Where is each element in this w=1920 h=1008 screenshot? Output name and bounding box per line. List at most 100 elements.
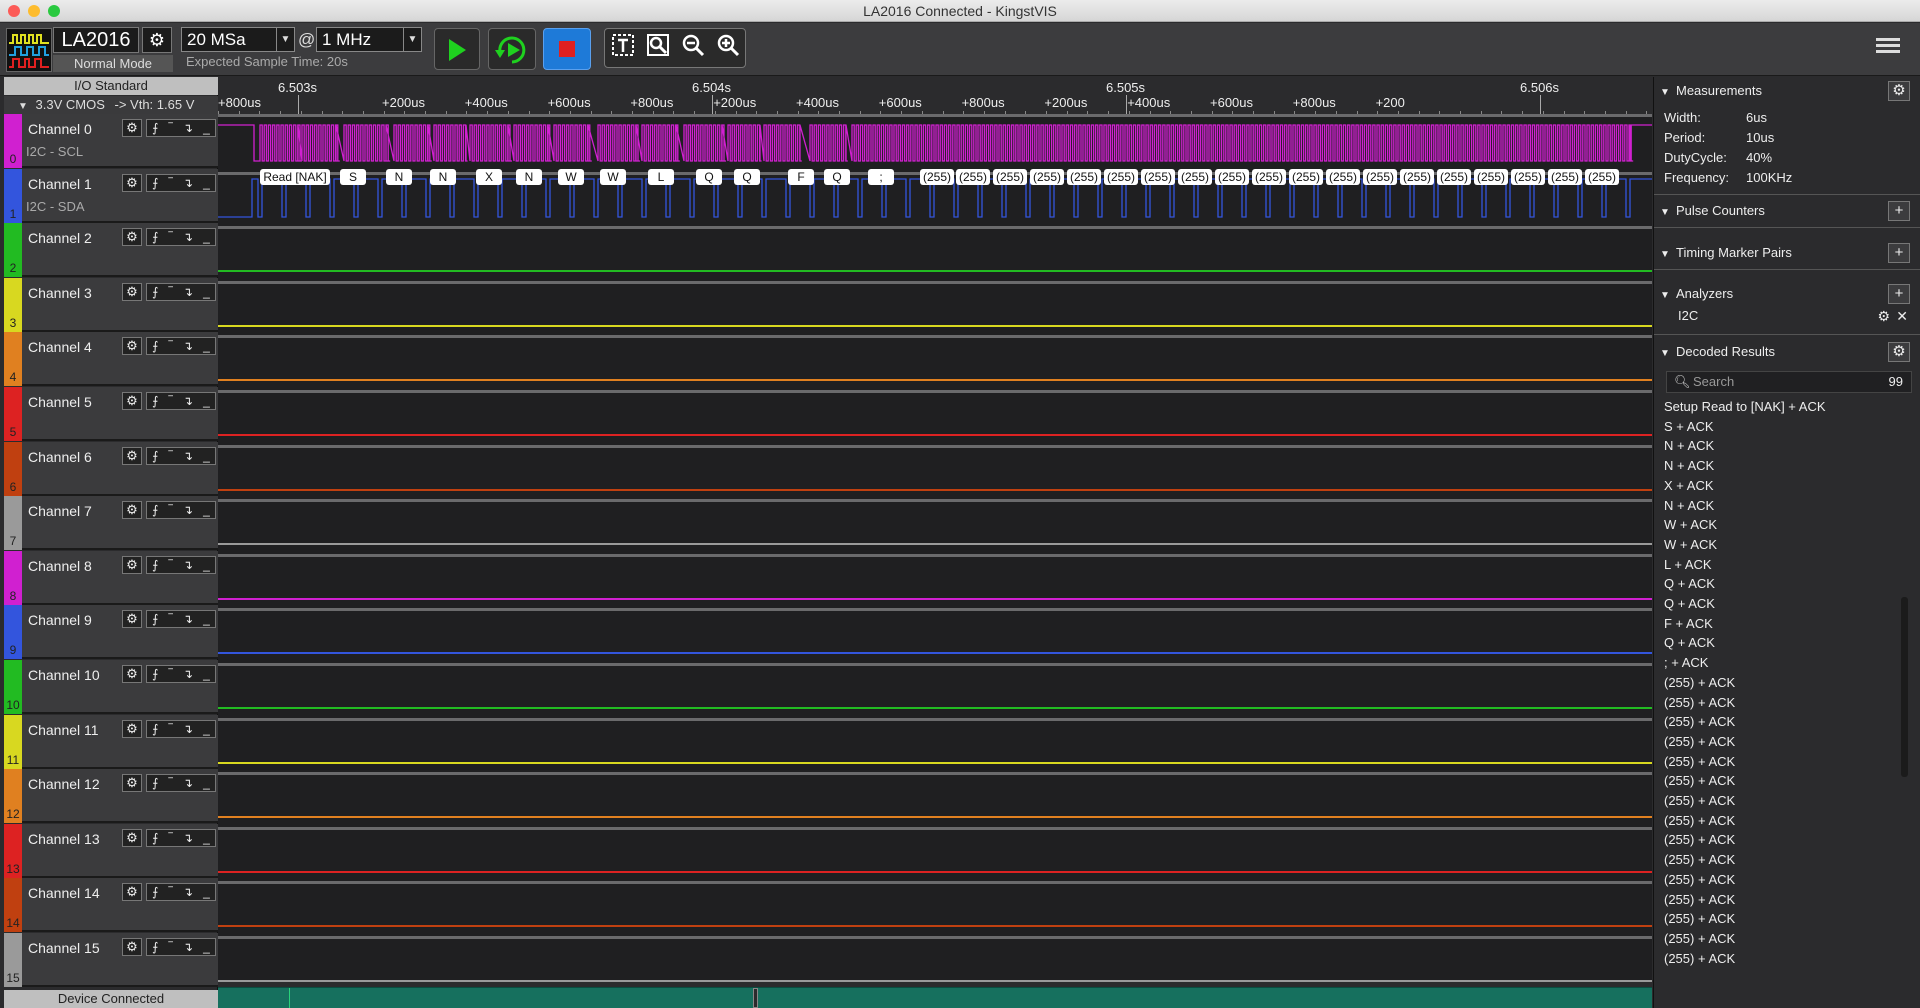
decoded-result-item[interactable]: (255) + ACK (1664, 811, 1904, 831)
trigger-selector[interactable]: ⨍ ‾ ↴ _ (146, 719, 216, 738)
high-level-trigger-icon[interactable]: ‾ (169, 722, 173, 736)
channel-row-11[interactable]: 11 Channel 11 ⚙ ⨍ ‾ ↴ _ (4, 714, 218, 769)
high-level-trigger-icon[interactable]: ‾ (169, 612, 173, 626)
trigger-selector[interactable]: ⨍ ‾ ↴ _ (146, 938, 216, 956)
channel-row-9[interactable]: 9 Channel 9 ⚙ ⨍ ‾ ↴ _ (4, 605, 218, 660)
decoded-result-item[interactable]: (255) + ACK (1664, 712, 1904, 732)
decoded-result-item[interactable]: (255) + ACK (1664, 949, 1904, 969)
decoded-result-item[interactable]: (255) + ACK (1664, 693, 1904, 713)
analyzer-item[interactable]: I2C ⚙ ✕ (1678, 305, 1914, 327)
decoded-result-item[interactable]: Q + ACK (1664, 594, 1904, 614)
measurements-settings-gear-icon[interactable]: ⚙ (1888, 81, 1910, 101)
rising-edge-trigger-icon[interactable]: ⨍ (152, 121, 158, 135)
decode-label[interactable]: (255) (1585, 169, 1619, 185)
channel-settings-gear-icon[interactable]: ⚙ (122, 719, 142, 738)
zoom-fit-icon[interactable] (646, 33, 670, 63)
decoded-result-item[interactable]: (255) + ACK (1664, 870, 1904, 890)
channel-name[interactable]: Channel 15 (28, 940, 100, 956)
sample-rate-select[interactable]: 1 MHz ▼ (316, 27, 422, 52)
low-level-trigger-icon[interactable]: _ (203, 885, 210, 899)
analyzers-header[interactable]: ▼ Analyzers + (1660, 283, 1914, 305)
channel-row-3[interactable]: 3 Channel 3 ⚙ ⨍ ‾ ↴ _ (4, 277, 218, 332)
decode-label[interactable]: (255) (1252, 169, 1286, 185)
search-input[interactable]: 🔍︎ Search 99 (1666, 371, 1912, 393)
decoded-result-item[interactable]: N + ACK (1664, 496, 1904, 516)
high-level-trigger-icon[interactable]: ‾ (169, 449, 173, 463)
high-level-trigger-icon[interactable]: ‾ (169, 885, 173, 899)
decoded-result-item[interactable]: N + ACK (1664, 436, 1904, 456)
high-level-trigger-icon[interactable]: ‾ (169, 339, 173, 353)
zoom-out-icon[interactable] (681, 33, 705, 63)
channel-name[interactable]: Channel 2 (28, 230, 92, 246)
channel-row-12[interactable]: 12 Channel 12 ⚙ ⨍ ‾ ↴ _ (4, 769, 218, 824)
decode-label[interactable]: Q (734, 169, 760, 185)
channel-name[interactable]: Channel 10 (28, 667, 100, 683)
overview-handle[interactable] (753, 988, 758, 1008)
low-level-trigger-icon[interactable]: _ (203, 831, 210, 845)
decode-label[interactable]: (255) (1548, 169, 1582, 185)
decoded-result-item[interactable]: (255) + ACK (1664, 673, 1904, 693)
decoded-result-item[interactable]: (255) + ACK (1664, 890, 1904, 910)
falling-edge-trigger-icon[interactable]: ↴ (183, 449, 193, 463)
falling-edge-trigger-icon[interactable]: ↴ (183, 339, 193, 353)
decode-label[interactable]: (255) (993, 169, 1027, 185)
rising-edge-trigger-icon[interactable]: ⨍ (152, 230, 158, 244)
decoded-result-item[interactable]: W + ACK (1664, 515, 1904, 535)
decoded-result-item[interactable]: X + ACK (1664, 476, 1904, 496)
trigger-selector[interactable]: ⨍ ‾ ↴ _ (146, 883, 216, 902)
falling-edge-trigger-icon[interactable]: ↴ (183, 394, 193, 408)
rising-edge-trigger-icon[interactable]: ⨍ (152, 885, 158, 899)
decode-label[interactable]: (255) (1030, 169, 1064, 185)
trigger-selector[interactable]: ⨍ ‾ ↴ _ (146, 119, 216, 137)
trigger-selector[interactable]: ⨍ ‾ ↴ _ (146, 392, 216, 410)
decode-label[interactable]: (255) (1400, 169, 1434, 185)
decoded-result-item[interactable]: (255) + ACK (1664, 929, 1904, 949)
falling-edge-trigger-icon[interactable]: ↴ (183, 667, 193, 681)
loop-start-button[interactable] (488, 28, 536, 70)
device-logo-icon[interactable] (6, 28, 52, 72)
trigger-selector[interactable]: ⨍ ‾ ↴ _ (146, 665, 216, 683)
decode-label[interactable]: (255) (1511, 169, 1545, 185)
decode-label[interactable]: Read [NAK] (260, 169, 330, 185)
channel-settings-gear-icon[interactable]: ⚙ (122, 173, 142, 192)
decode-label[interactable]: N (430, 169, 456, 185)
low-level-trigger-icon[interactable]: _ (203, 722, 210, 736)
channel-name[interactable]: Channel 11 (28, 722, 99, 738)
decode-label[interactable]: (255) (1178, 169, 1212, 185)
trigger-selector[interactable]: ⨍ ‾ ↴ _ (146, 555, 216, 574)
falling-edge-trigger-icon[interactable]: ↴ (183, 176, 193, 190)
decode-label[interactable]: Q (696, 169, 722, 185)
channel-settings-gear-icon[interactable]: ⚙ (122, 774, 142, 793)
decoded-result-item[interactable]: Q + ACK (1664, 574, 1904, 594)
falling-edge-trigger-icon[interactable]: ↴ (183, 612, 193, 626)
channel-settings-gear-icon[interactable]: ⚙ (122, 282, 142, 301)
low-level-trigger-icon[interactable]: _ (203, 230, 210, 244)
timing-marker-pairs-header[interactable]: ▼ Timing Marker Pairs + (1660, 242, 1914, 264)
device-mode[interactable]: Normal Mode (53, 55, 173, 72)
decoded-result-item[interactable]: Q + ACK (1664, 633, 1904, 653)
trigger-selector[interactable]: ⨍ ‾ ↴ _ (146, 282, 216, 301)
decode-label[interactable]: (255) (920, 169, 954, 185)
low-level-trigger-icon[interactable]: _ (203, 503, 210, 517)
decode-label[interactable]: (255) (1326, 169, 1360, 185)
menu-icon[interactable] (1876, 35, 1900, 59)
channel-name[interactable]: Channel 8 (28, 558, 92, 574)
trigger-selector[interactable]: ⨍ ‾ ↴ _ (146, 446, 216, 465)
decoded-results-list[interactable]: Setup Read to [NAK] + ACK S + ACK N + ACK N… (1664, 397, 1904, 968)
channel-name[interactable]: Channel 7 (28, 503, 92, 519)
trigger-selector[interactable]: ⨍ ‾ ↴ _ (146, 337, 216, 356)
channel-row-6[interactable]: 6 Channel 6 ⚙ ⨍ ‾ ↴ _ (4, 441, 218, 496)
rising-edge-trigger-icon[interactable]: ⨍ (152, 831, 158, 845)
results-scrollbar[interactable] (1901, 597, 1908, 777)
channel-settings-gear-icon[interactable]: ⚙ (122, 828, 142, 847)
waveform-area[interactable]: Read [NAK] S N N X N W W L Q Q F Q; (255) (255) (255) (2… (218, 114, 1652, 982)
decoded-result-item[interactable]: N + ACK (1664, 456, 1904, 476)
channel-row-0[interactable]: 0 Channel 0 I2C - SCL ⚙ ⨍ ‾ ↴ _ (4, 114, 218, 168)
decode-label[interactable]: (255) (956, 169, 990, 185)
decoded-result-item[interactable]: S + ACK (1664, 417, 1904, 437)
capture-overview-scrollbar[interactable] (218, 987, 1652, 1008)
rising-edge-trigger-icon[interactable]: ⨍ (152, 503, 158, 517)
decoded-result-item[interactable]: ; + ACK (1664, 653, 1904, 673)
channel-settings-gear-icon[interactable]: ⚙ (122, 392, 142, 410)
rising-edge-trigger-icon[interactable]: ⨍ (152, 558, 158, 572)
